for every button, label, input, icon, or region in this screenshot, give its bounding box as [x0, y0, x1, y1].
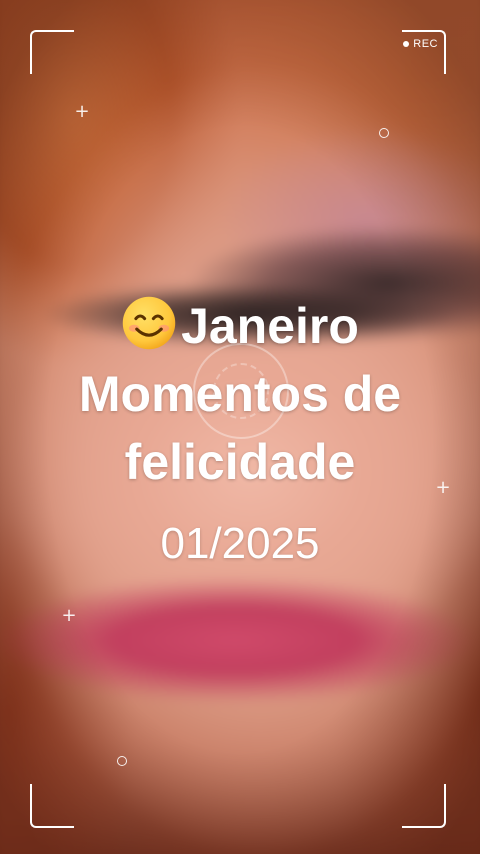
record-dot-icon [403, 41, 410, 47]
story-caption: Janeiro Momentos de felicidade [0, 292, 480, 496]
rec-label: REC [413, 38, 438, 50]
caption-title-line: Janeiro [0, 292, 480, 360]
viewfinder-corner-top-left [30, 30, 74, 74]
sparkle-plus-icon: + [61, 605, 77, 626]
caption-month: Janeiro [181, 298, 359, 354]
caption-line-2: Momentos de [78, 366, 402, 422]
rec-indicator: REC [403, 38, 438, 50]
caption-date: 01/2025 [160, 519, 320, 568]
viewfinder-corner-top-right [402, 30, 446, 74]
caption-line-3: felicidade [124, 434, 356, 490]
sparkle-circle-icon [117, 756, 127, 766]
sparkle-circle-icon [379, 128, 389, 138]
viewfinder-corner-bottom-right [402, 784, 446, 828]
story-screen: REC + + + Janeiro Momentos de felicidade… [0, 0, 480, 854]
viewfinder-corner-bottom-left [30, 784, 74, 828]
smiling-face-icon [122, 296, 176, 350]
sparkle-plus-icon: + [74, 101, 90, 122]
